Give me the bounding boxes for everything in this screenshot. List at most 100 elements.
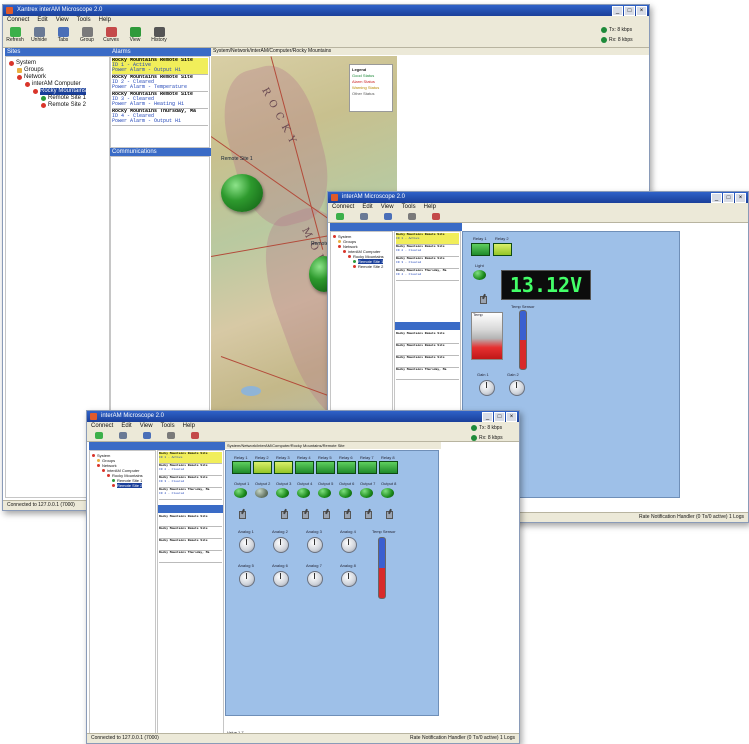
tabs-button[interactable] <box>376 212 400 222</box>
alarm-item[interactable]: Rocky Mountains Remote Site ID 2 - Cleare… <box>159 464 222 476</box>
relay-button[interactable] <box>253 461 272 474</box>
alarm-item[interactable]: Rocky Mountains Remote Site ID 1 - Activ… <box>112 58 208 75</box>
comms-item[interactable]: Rocky Mountains Thursday, Ma <box>396 368 459 380</box>
analog-knob[interactable] <box>307 537 323 553</box>
menu-help[interactable]: Help <box>183 422 195 431</box>
toggle-switch[interactable] <box>479 294 488 304</box>
comms-item[interactable]: Rocky Mountains Remote Site <box>396 332 459 344</box>
minimize-button[interactable]: _ <box>612 6 623 16</box>
menu-view[interactable]: View <box>56 16 69 25</box>
relay-button[interactable] <box>379 461 398 474</box>
analog-knob[interactable] <box>307 571 323 587</box>
maximize-button[interactable]: □ <box>494 412 505 422</box>
analog-knob[interactable] <box>341 571 357 587</box>
comms-item[interactable]: Rocky Mountains Remote Site <box>159 515 222 527</box>
alarm-item[interactable]: Rocky Mountains Remote Site ID 2 - Cleare… <box>396 245 459 257</box>
unhide-button[interactable] <box>111 431 135 441</box>
group-button[interactable] <box>400 212 424 222</box>
menu-connect[interactable]: Connect <box>91 422 113 431</box>
analog-knob[interactable] <box>239 537 255 553</box>
gain-2-knob[interactable] <box>509 380 525 396</box>
comms-item[interactable]: Rocky Mountains Remote Site <box>396 356 459 368</box>
tree-item-remote-site-2[interactable]: Remote Site 2 <box>9 102 86 109</box>
toggle-switch[interactable] <box>301 509 310 519</box>
relay-button[interactable] <box>274 461 293 474</box>
menu-view[interactable]: View <box>140 422 153 431</box>
alarm-item[interactable]: Rocky Mountains Thursday, Ma ID 4 - Clear… <box>396 269 459 281</box>
tree-item-remote-site-1[interactable]: Remote Site 1 <box>9 95 86 102</box>
toggle-switch[interactable] <box>343 509 352 519</box>
alarm-item[interactable]: Rocky Mountains Remote Site ID 3 - Cleare… <box>396 257 459 269</box>
maximize-button[interactable]: □ <box>723 193 734 203</box>
tabs-button[interactable]: Tabs <box>51 25 75 47</box>
menu-tools[interactable]: Tools <box>77 16 91 25</box>
relay-button[interactable] <box>337 461 356 474</box>
maximize-button[interactable]: □ <box>624 6 635 16</box>
alarm-item[interactable]: Rocky Mountains Remote Site ID 1 - Active <box>159 452 222 464</box>
comms-item[interactable]: Rocky Mountains Remote Site <box>159 539 222 551</box>
alarm-item[interactable]: Rocky Mountains Thursday, Ma ID 4 - Clea… <box>112 109 208 126</box>
unhide-button[interactable]: Unhide <box>27 25 51 47</box>
menu-tools[interactable]: Tools <box>402 203 416 212</box>
remote-site-1-marker[interactable] <box>221 174 263 212</box>
tabs-button[interactable] <box>135 431 159 441</box>
tree-item-rocky-mountains[interactable]: Rocky Mountains <box>9 88 87 95</box>
comms-item[interactable]: Rocky Mountains Remote Site <box>159 527 222 539</box>
toggle-switch[interactable] <box>364 509 373 519</box>
group-button[interactable]: Group <box>75 25 99 47</box>
refresh-button[interactable] <box>328 212 352 222</box>
toggle-switch[interactable] <box>280 509 289 519</box>
relay-button[interactable] <box>295 461 314 474</box>
menu-edit[interactable]: Edit <box>121 422 131 431</box>
alarm-item[interactable]: Rocky Mountains Remote Site ID 2 - Clear… <box>112 75 208 92</box>
minimize-button[interactable]: _ <box>482 412 493 422</box>
menu-help[interactable]: Help <box>99 16 111 25</box>
menu-connect[interactable]: Connect <box>332 203 354 212</box>
tree-item-remote-site-2[interactable]: Remote Site 2 <box>92 483 143 488</box>
tree-item-groups[interactable]: Groups <box>9 67 86 74</box>
view-button[interactable]: View <box>123 25 147 47</box>
curves-button[interactable]: Curves <box>99 25 123 47</box>
relay-button[interactable] <box>316 461 335 474</box>
history-button[interactable]: History <box>147 25 171 47</box>
menu-tools[interactable]: Tools <box>161 422 175 431</box>
menu-edit[interactable]: Edit <box>37 16 47 25</box>
alarm-item[interactable]: Rocky Mountains Remote Site ID 3 - Cleare… <box>159 476 222 488</box>
curves-button[interactable] <box>424 212 448 222</box>
close-button[interactable]: × <box>735 193 746 203</box>
menu-view[interactable]: View <box>381 203 394 212</box>
analog-knob[interactable] <box>341 537 357 553</box>
menu-connect[interactable]: Connect <box>7 16 29 25</box>
tree-item-computer[interactable]: interAM Computer <box>9 81 86 88</box>
menu-help[interactable]: Help <box>424 203 436 212</box>
toggle-switch[interactable] <box>322 509 331 519</box>
tree-item-system[interactable]: System <box>9 60 86 67</box>
refresh-button[interactable]: Refresh <box>3 25 27 47</box>
alarm-item[interactable]: Rocky Mountains Remote Site ID 3 - Clear… <box>112 92 208 109</box>
relay-button[interactable] <box>358 461 377 474</box>
analog-knob[interactable] <box>273 571 289 587</box>
relay-1-button[interactable] <box>471 243 490 256</box>
map-path: System/Network/interAM/Computer/Rocky Mo… <box>211 48 649 55</box>
close-button[interactable]: × <box>636 6 647 16</box>
toggle-switch[interactable] <box>238 509 247 519</box>
menu-edit[interactable]: Edit <box>362 203 372 212</box>
alarm-item[interactable]: Rocky Mountains Remote Site ID 1 - Active <box>396 233 459 245</box>
alarm-item[interactable]: Rocky Mountains Thursday, Ma ID 4 - Clear… <box>159 488 222 500</box>
unhide-button[interactable] <box>352 212 376 222</box>
gain-1-knob[interactable] <box>479 380 495 396</box>
comms-item[interactable]: Rocky Mountains Remote Site <box>396 344 459 356</box>
tree-item-remote-site-2[interactable]: Remote Site 2 <box>333 264 384 269</box>
tree-item-network[interactable]: Network <box>9 74 86 81</box>
toggle-switch[interactable] <box>385 509 394 519</box>
minimize-button[interactable]: _ <box>711 193 722 203</box>
analog-knob[interactable] <box>273 537 289 553</box>
analog-knob[interactable] <box>239 571 255 587</box>
refresh-button[interactable] <box>87 431 111 441</box>
group-button[interactable] <box>159 431 183 441</box>
relay-button[interactable] <box>232 461 251 474</box>
comms-item[interactable]: Rocky Mountains Thursday, Ma <box>159 551 222 563</box>
relay-2-button[interactable] <box>493 243 512 256</box>
curves-button[interactable] <box>183 431 207 441</box>
close-button[interactable]: × <box>506 412 517 422</box>
